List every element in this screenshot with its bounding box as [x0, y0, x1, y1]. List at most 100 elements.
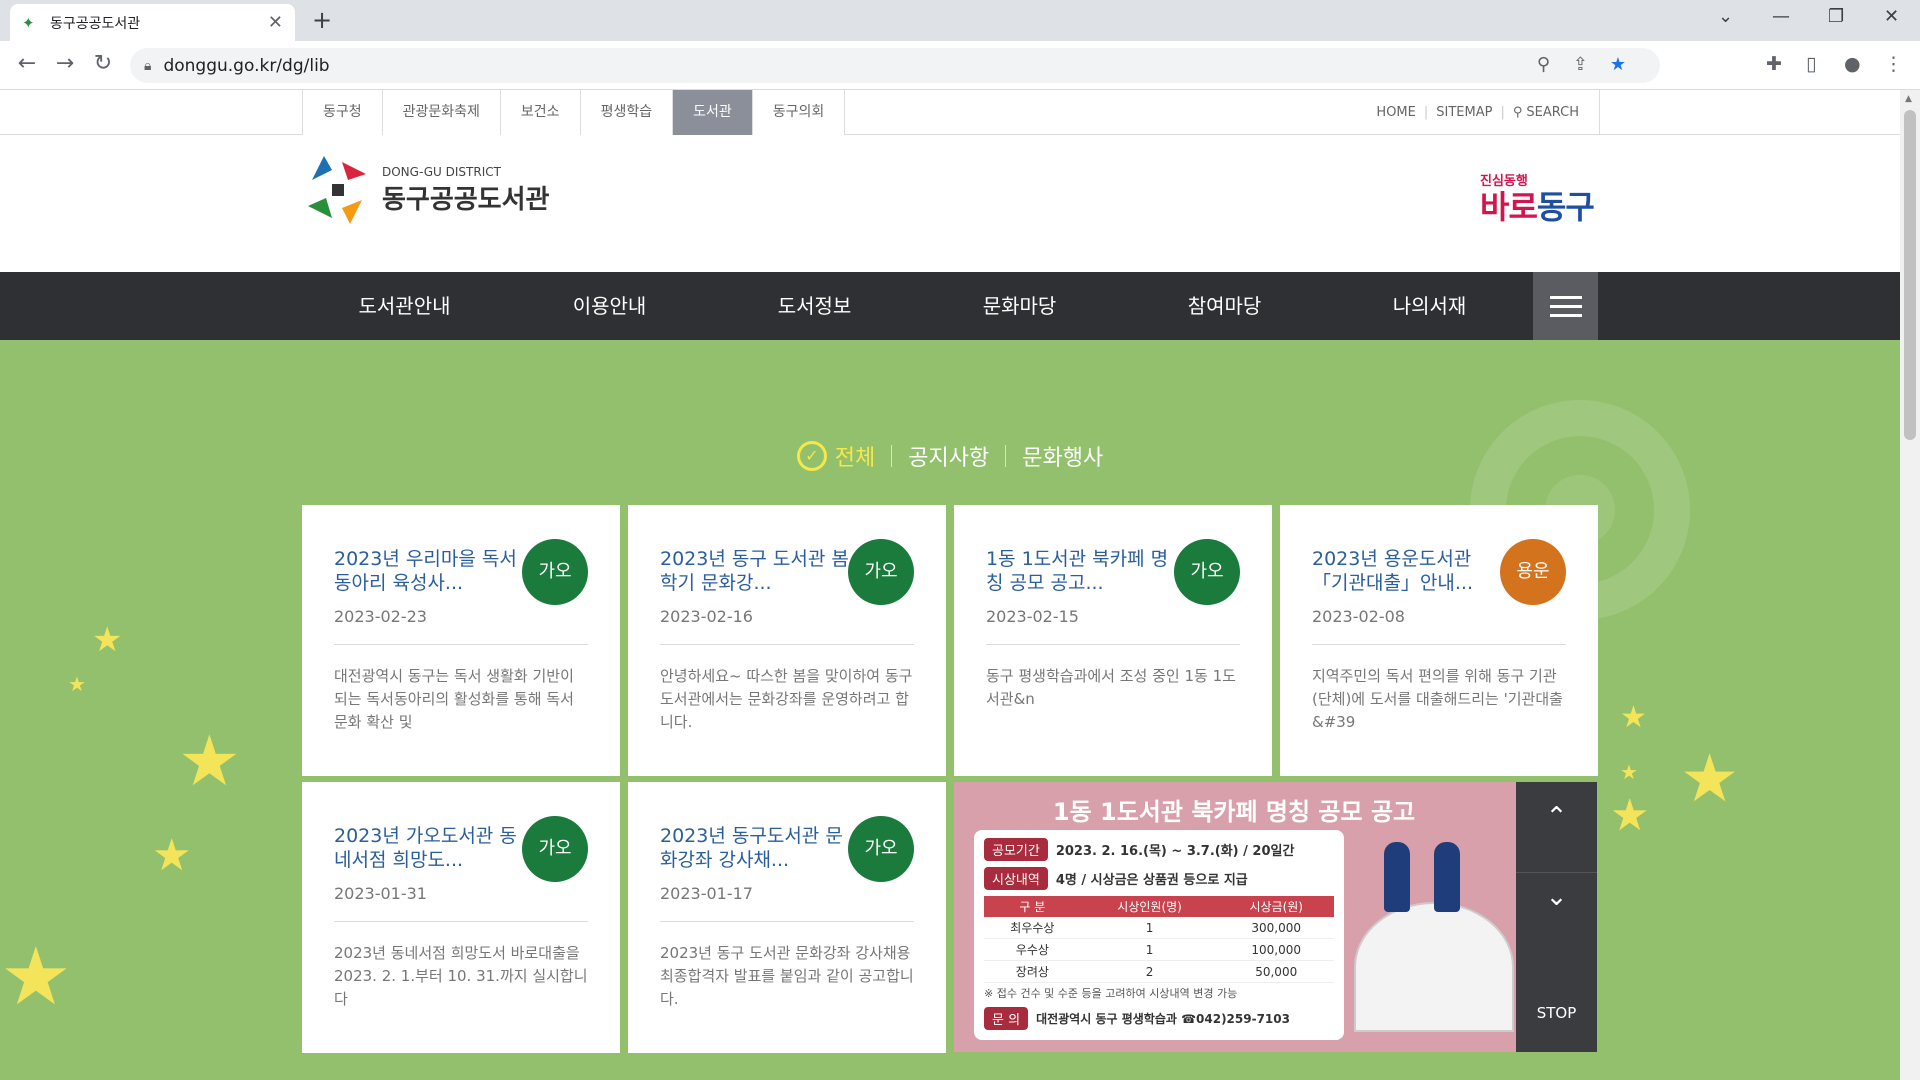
card-title[interactable]: 2023년 가오도서관 동네서점 희망도...	[334, 824, 524, 872]
award-table-row: 우수상 1 100,000	[984, 938, 1334, 961]
board-filter-tabs: ✓ 전체 공지사항 문화행사	[0, 440, 1900, 472]
library-logo-icon	[302, 150, 374, 230]
notice-card[interactable]: 2023년 우리마을 독서동아리 육성사... 2023-02-23 대전광역시…	[302, 505, 620, 776]
logo-text: DONG-GU DISTRICT 동구공공도서관	[382, 165, 549, 216]
address-bar[interactable]: 🔒︎ donggu.go.kr/dg/lib ⚲ ⇪ ★	[130, 48, 1660, 83]
search-link[interactable]: SEARCH	[1526, 105, 1579, 120]
library-badge: 가오	[848, 816, 914, 882]
new-tab-icon[interactable]: +	[312, 6, 332, 34]
card-title[interactable]: 2023년 용운도서관 「기관대출」안내...	[1312, 547, 1502, 595]
site-tab-donggu[interactable]: 동구청	[302, 90, 382, 135]
star-decor-icon: ★	[1620, 760, 1638, 784]
browser-tab-strip: ✦ 동구공공도서관 ✕ + ⌄ — ❐ ✕	[0, 0, 1920, 41]
gnb-library-info[interactable]: 도서관안내	[302, 272, 507, 340]
home-link[interactable]: HOME	[1376, 105, 1415, 120]
site-tab-library[interactable]: 도서관	[672, 90, 752, 135]
share-icon[interactable]: ⇪	[1573, 54, 1588, 75]
bookmark-star-icon[interactable]: ★	[1610, 54, 1626, 75]
gnb-usage-info[interactable]: 이용안내	[507, 272, 712, 340]
content-area: ★ ★ ★ ★ ★ ★ ★ ★ ★ ✓ 전체 공지사항 문화행사 2023년 우…	[0, 340, 1900, 1080]
award-table-row: 최우수상 1 300,000	[984, 917, 1334, 939]
gnb-participation[interactable]: 참여마당	[1122, 272, 1327, 340]
zoom-icon[interactable]: ⚲	[1537, 54, 1550, 75]
slogan-logo: 진심동행 바로동구	[1478, 170, 1598, 230]
card-title[interactable]: 1동 1도서관 북카페 명칭 공모 공고...	[986, 547, 1176, 595]
card-title[interactable]: 2023년 동구 도서관 봄학기 문화강...	[660, 547, 850, 595]
util-divider: |	[1500, 105, 1505, 120]
notice-card[interactable]: 2023년 동구 도서관 봄학기 문화강... 2023-02-16 안녕하세요…	[628, 505, 946, 776]
sitemap-link[interactable]: SITEMAP	[1436, 105, 1492, 120]
lock-icon: 🔒︎	[144, 57, 152, 74]
award-table-header: 구 분	[984, 896, 1081, 917]
extensions-icon[interactable]: ✚	[1766, 53, 1782, 75]
card-divider	[660, 644, 914, 645]
web-page: 동구청 관광문화축제 보건소 평생학습 도서관 동구의회 HOME | SITE…	[0, 90, 1900, 1080]
award-cell: 2	[1080, 960, 1219, 983]
card-date: 2023-02-15	[986, 607, 1079, 626]
banner-period: 2023. 2. 16.(목) ~ 3.7.(화) / 20일간	[1055, 844, 1295, 859]
scroll-thumb[interactable]	[1904, 110, 1916, 440]
slogan-big-a: 바로	[1480, 188, 1538, 226]
star-decor-icon: ★	[1680, 740, 1740, 817]
notice-card[interactable]: 2023년 용운도서관 「기관대출」안내... 2023-02-08 지역주민의…	[1280, 505, 1598, 776]
filter-all[interactable]: 전체	[835, 440, 875, 472]
browser-toolbar: ← → ↻ 🔒︎ donggu.go.kr/dg/lib ⚲ ⇪ ★ ✚ ▯ ●…	[0, 41, 1920, 90]
restore-icon[interactable]: ❐	[1828, 6, 1844, 27]
filter-notice[interactable]: 공지사항	[908, 440, 989, 472]
util-divider: |	[1423, 105, 1429, 120]
filter-events[interactable]: 문화행사	[1022, 440, 1103, 472]
banner-stop-button[interactable]: STOP	[1516, 1004, 1597, 1022]
notice-card[interactable]: 2023년 동구도서관 문화강좌 강사채... 2023-01-17 2023년…	[628, 782, 946, 1053]
star-decor-icon: ★	[1620, 700, 1647, 735]
banner-down-icon[interactable]: ⌄	[1516, 882, 1597, 912]
banner-up-icon[interactable]: ⌃	[1516, 802, 1597, 832]
side-panel-icon[interactable]: ▯	[1806, 53, 1816, 75]
card-divider	[334, 644, 588, 645]
notice-card[interactable]: 2023년 가오도서관 동네서점 희망도... 2023-01-31 2023년…	[302, 782, 620, 1053]
card-date: 2023-02-16	[660, 607, 753, 626]
scroll-up-icon[interactable]: ▲	[1905, 94, 1912, 104]
search-icon[interactable]: ⚲	[1513, 105, 1523, 120]
card-divider	[1312, 644, 1566, 645]
tab-search-icon[interactable]: ⌄	[1718, 6, 1733, 27]
banner-period-label: 공모기간	[984, 838, 1048, 861]
award-cell: 50,000	[1218, 960, 1334, 983]
banner-title: 1동 1도서관 북카페 명칭 공모 공고	[1052, 798, 1416, 826]
card-title[interactable]: 2023년 우리마을 독서동아리 육성사...	[334, 547, 524, 595]
promo-banner[interactable]: 1동 1도서관 북카페 명칭 공모 공고 공모기간 2023. 2. 16.(목…	[954, 782, 1597, 1052]
forward-icon[interactable]: →	[50, 51, 80, 76]
site-tab-tourism[interactable]: 관광문화축제	[381, 90, 500, 135]
card-date: 2023-01-31	[334, 884, 427, 903]
site-tab-health[interactable]: 보건소	[499, 90, 580, 135]
site-top-bar: 동구청 관광문화축제 보건소 평생학습 도서관 동구의회 HOME | SITE…	[0, 90, 1900, 135]
close-tab-icon[interactable]: ✕	[268, 12, 283, 33]
site-tab-council[interactable]: 동구의회	[751, 90, 846, 135]
hamburger-menu-icon[interactable]	[1533, 272, 1598, 340]
reload-icon[interactable]: ↻	[88, 51, 118, 76]
award-cell: 300,000	[1218, 917, 1334, 939]
star-decor-icon: ★	[68, 672, 86, 696]
library-badge: 용운	[1500, 539, 1566, 605]
menu-kebab-icon[interactable]: ⋮	[1884, 53, 1903, 75]
gnb-book-info[interactable]: 도서정보	[712, 272, 917, 340]
gnb-my-library[interactable]: 나의서재	[1327, 272, 1532, 340]
browser-tab[interactable]: ✦ 동구공공도서관 ✕	[10, 4, 295, 41]
logo-subtitle: DONG-GU DISTRICT	[382, 164, 501, 179]
back-icon[interactable]: ←	[12, 51, 42, 76]
site-tab-learning[interactable]: 평생학습	[579, 90, 673, 135]
profile-icon[interactable]: ●	[1844, 53, 1861, 75]
award-cell: 1	[1080, 938, 1219, 961]
minimize-icon[interactable]: —	[1772, 6, 1790, 27]
site-logo[interactable]: DONG-GU DISTRICT 동구공공도서관	[302, 150, 549, 230]
card-date: 2023-01-17	[660, 884, 753, 903]
gnb-culture[interactable]: 문화마당	[917, 272, 1122, 340]
page-scrollbar[interactable]: ▲	[1900, 90, 1920, 1080]
window-close-icon[interactable]: ✕	[1884, 6, 1899, 27]
card-summary: 안녕하세요~ 따스한 봄을 맞이하여 동구도서관에서는 문화강좌를 운영하려고 …	[660, 667, 913, 731]
star-decor-icon: ★	[152, 830, 192, 881]
notice-card[interactable]: 1동 1도서관 북카페 명칭 공모 공고... 2023-02-15 동구 평생…	[954, 505, 1272, 776]
open-book-illustration	[1354, 902, 1514, 1032]
slogan-big-b: 동구	[1536, 188, 1595, 226]
star-decor-icon: ★	[92, 620, 123, 660]
card-title[interactable]: 2023년 동구도서관 문화강좌 강사채...	[660, 824, 850, 872]
